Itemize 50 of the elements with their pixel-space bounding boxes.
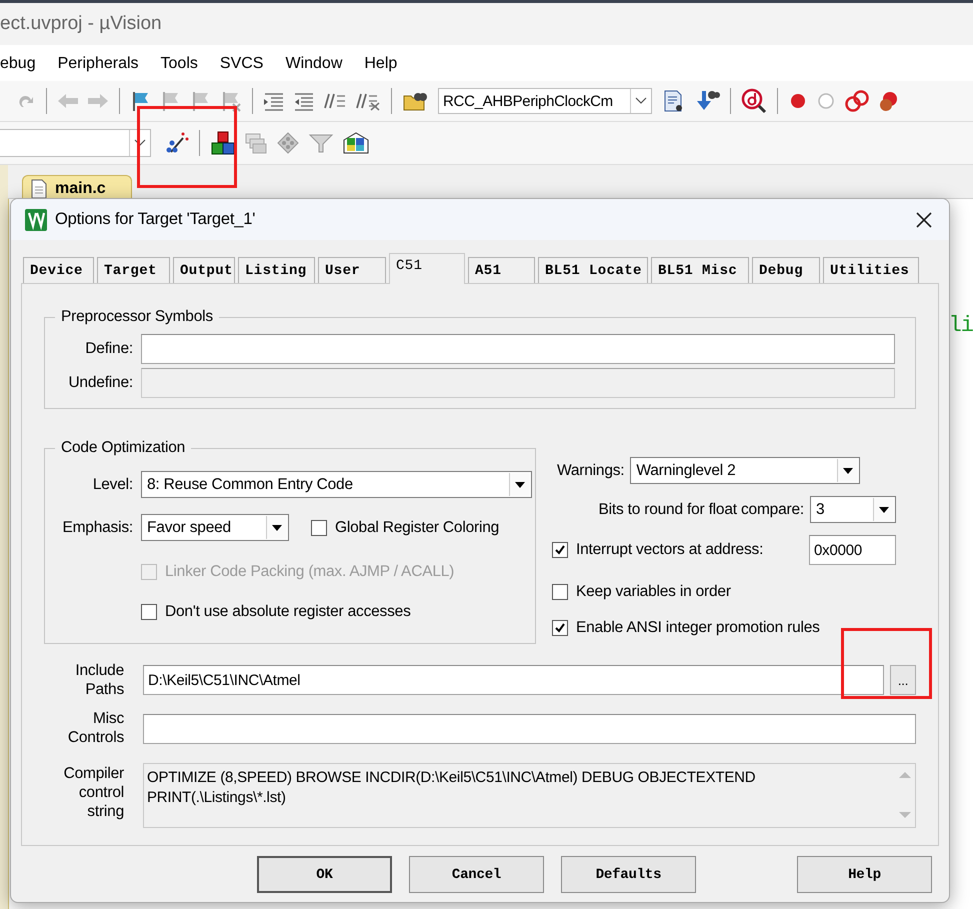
field-label: Compiler control string	[62, 764, 124, 821]
dropdown[interactable]: 3	[810, 496, 896, 523]
group-title: Preprocessor Symbols	[60, 308, 214, 326]
dialog-button[interactable]: Help	[797, 856, 932, 893]
tab[interactable]: Debug	[752, 257, 820, 283]
tab[interactable]: Utilities	[823, 257, 919, 283]
field-label: Bits to round for float compare:	[598, 500, 804, 518]
dropdown[interactable]: Warninglevel 2	[630, 457, 860, 484]
menu-item[interactable]: Tools	[160, 55, 198, 73]
field-label: Include Paths	[74, 661, 124, 699]
tab[interactable]: User	[318, 257, 386, 283]
field-label: Misc Controls	[66, 709, 124, 747]
tab[interactable]: Target	[97, 257, 170, 283]
dialog-button[interactable]: Cancel	[409, 856, 544, 893]
checkbox-label: Enable ANSI integer promotion rules	[576, 619, 820, 637]
input-field[interactable]: 0x0000	[809, 535, 896, 565]
dropdown[interactable]: 8: Reuse Common Entry Code	[141, 471, 532, 498]
field-label: Level:	[92, 476, 133, 494]
field-label: Undefine:	[67, 374, 133, 392]
browse-button[interactable]: ...	[890, 665, 916, 695]
checkbox-label: Interrupt vectors at address:	[576, 541, 764, 559]
menu-item[interactable]: ebug	[0, 55, 36, 73]
tab[interactable]: C51	[389, 253, 465, 284]
checkbox-label: Global Register Coloring	[335, 518, 500, 536]
checkbox-label: Linker Code Packing (max. AJMP / ACALL)	[165, 563, 454, 581]
menu-item[interactable]: Window	[285, 55, 342, 73]
tab[interactable]: BL51 Misc	[651, 257, 749, 283]
menu-item[interactable]: SVCS	[220, 55, 264, 73]
field-label: Warnings:	[557, 462, 624, 480]
tab[interactable]: Listing	[238, 257, 315, 283]
checkbox-label: Keep variables in order	[576, 583, 731, 601]
text-area[interactable]: OPTIMIZE (8,SPEED) BROWSE INCDIR(D:\Keil5\C51\INC\Atmel) DEBUG OBJECTEXTEND PRINT(.\Listings\*.lst)	[143, 763, 916, 828]
search-combo[interactable]: RCC_AHBPeriphClockCm	[438, 88, 652, 114]
dropdown[interactable]: Favor speed	[141, 514, 289, 541]
tab[interactable]: BL51 Locate	[538, 257, 648, 283]
tab[interactable]: Output	[173, 257, 235, 283]
dialog-title: Options for Target 'Target_1'	[55, 210, 256, 229]
menu-item[interactable]: Help	[364, 55, 398, 73]
dialog-button[interactable]: Defaults	[561, 856, 696, 893]
dialog-button[interactable]: OK	[257, 856, 392, 893]
group-title: Code Optimization	[60, 439, 186, 457]
field-label: Emphasis:	[61, 518, 133, 536]
window-title: ect.uvproj - µVision	[0, 13, 162, 35]
field-label: Define:	[84, 340, 133, 358]
tab[interactable]: Device	[23, 257, 94, 283]
tab[interactable]: A51	[468, 257, 535, 283]
checkbox-label: Don't use absolute register accesses	[165, 603, 411, 621]
code-text: li	[948, 313, 973, 338]
input-field[interactable]: D:\Keil5\C51\INC\Atmel	[143, 665, 884, 695]
menu-item[interactable]: Peripherals	[58, 55, 139, 73]
